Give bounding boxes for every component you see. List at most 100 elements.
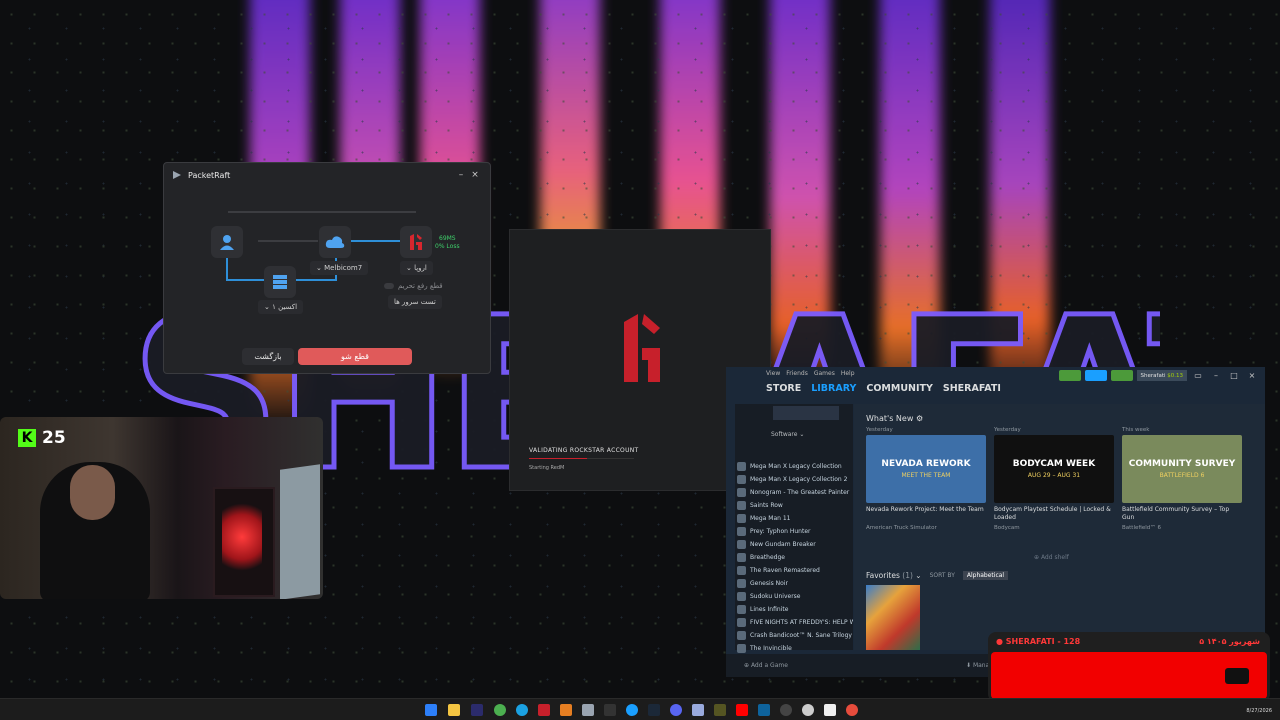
app-icon[interactable]: [714, 704, 726, 716]
game-list-item[interactable]: Mega Man 11: [735, 512, 853, 525]
user-menu[interactable]: Sherafati $0.13: [1136, 370, 1187, 381]
alert-title: ● SHERAFATI - 128: [996, 637, 1081, 646]
card-image: NEVADA REWORK MEET THE TEAM: [866, 435, 986, 503]
vscode-icon[interactable]: [758, 704, 770, 716]
game-title: Sudoku Universe: [750, 593, 801, 600]
redm-taskbar-icon[interactable]: [538, 704, 550, 716]
favorite-game-cover[interactable]: [866, 585, 920, 650]
menu-view[interactable]: View: [766, 370, 780, 377]
close-button[interactable]: ×: [468, 170, 482, 180]
card-banner-subtitle: BATTLEFIELD 6: [1159, 472, 1205, 479]
webcam-monitor: [280, 464, 320, 599]
start-windows-icon[interactable]: [425, 704, 437, 716]
youtube-icon[interactable]: [736, 704, 748, 716]
card-banner-title: BODYCAM WEEK: [1012, 459, 1096, 469]
route-line-active: [348, 240, 400, 242]
steam-minimize-icon[interactable]: –: [1209, 371, 1223, 380]
alert-chat-icon: [1225, 668, 1249, 684]
library-sidebar: Software ⌄ Mega Man X Legacy Collection M…: [735, 404, 853, 653]
steam-monitor-icon[interactable]: ▭: [1191, 371, 1205, 380]
whats-new-card[interactable]: NEVADA REWORK MEET THE TEAM Nevada Rework …: [866, 435, 986, 531]
server-select[interactable]: ⌄ Melbicom7: [310, 261, 369, 275]
friends-button[interactable]: [1058, 370, 1081, 381]
card-title: Bodycam Playtest Schedule | Locked & Loa…: [994, 506, 1111, 521]
notification-bell-icon[interactable]: [1110, 370, 1133, 381]
file-explorer-icon[interactable]: [448, 704, 460, 716]
disconnect-button[interactable]: قطع شو: [298, 348, 412, 365]
game-node[interactable]: [400, 226, 432, 258]
add-shelf-button[interactable]: ⊕ Add shelf: [1034, 554, 1069, 561]
steam-close-icon[interactable]: ×: [1245, 371, 1259, 380]
game-list-item[interactable]: Prey: Typhon Hunter: [735, 525, 853, 538]
back-button[interactable]: بازگشت: [242, 348, 294, 365]
route-line-inactive: [258, 240, 318, 242]
obs-icon[interactable]: [780, 704, 792, 716]
favorites-title[interactable]: Favorites (1) ⌄: [866, 571, 922, 580]
game-title: The Invincible: [750, 645, 792, 652]
unblock-toggle[interactable]: قطع رفع تحریم: [378, 279, 449, 293]
favorites-label: Favorites: [866, 571, 900, 580]
packetraft-taskbar-icon[interactable]: [582, 704, 594, 716]
app-icon[interactable]: [626, 704, 638, 716]
nav-library[interactable]: LIBRARY: [811, 383, 856, 394]
packetraft-titlebar[interactable]: PacketRaft – ×: [164, 163, 490, 187]
game-list-item[interactable]: Mega Man X Legacy Collection: [735, 460, 853, 473]
steam-taskbar-icon[interactable]: [648, 704, 660, 716]
starting-status: Starting RedM: [529, 465, 565, 471]
app-icon[interactable]: [802, 704, 814, 716]
steam-maximize-icon[interactable]: □: [1227, 371, 1241, 380]
menu-friends[interactable]: Friends: [786, 370, 808, 377]
webcam-pc-glow: [222, 497, 262, 577]
nav-profile[interactable]: SHERAFATI: [943, 383, 1001, 394]
server-node[interactable]: [319, 226, 351, 258]
game-list-item[interactable]: Genesis Noir: [735, 577, 853, 590]
premiere-icon[interactable]: [471, 704, 483, 716]
game-list-item[interactable]: Saints Row: [735, 499, 853, 512]
game-icon: [737, 566, 746, 575]
game-list-item[interactable]: Crash Bandicoot™ N. Sane Trilogy: [735, 629, 853, 642]
add-game-button[interactable]: ⊕ Add a Game: [744, 662, 788, 669]
library-filter[interactable]: Software ⌄: [771, 431, 804, 438]
chrome-icon[interactable]: [494, 704, 506, 716]
game-icon: [737, 488, 746, 497]
unblock-label: قطع رفع تحریم: [398, 282, 443, 290]
app-icon[interactable]: [560, 704, 572, 716]
server-label: Melbicom7: [324, 264, 363, 272]
minimize-button[interactable]: –: [454, 170, 468, 180]
nav-store[interactable]: STORE: [766, 383, 801, 394]
terminal-icon[interactable]: [604, 704, 616, 716]
whats-new-card[interactable]: BODYCAM WEEK AUG 29 – AUG 31 Bodycam Playt…: [994, 435, 1114, 531]
menu-help[interactable]: Help: [841, 370, 855, 377]
app-icon[interactable]: [692, 704, 704, 716]
game-list-item[interactable]: Mega Man X Legacy Collection 2: [735, 473, 853, 486]
whats-new-card[interactable]: COMMUNITY SURVEY BATTLEFIELD 6 Battlefield…: [1122, 435, 1242, 531]
sort-select[interactable]: Alphabetical: [962, 571, 1009, 580]
library-search-input[interactable]: [773, 406, 839, 420]
toggle-switch[interactable]: [384, 283, 394, 289]
card-date-label: This week: [1122, 427, 1150, 433]
kick-viewer-count: 25: [42, 428, 66, 448]
gear-icon[interactable]: ⚙: [916, 414, 923, 423]
local-select[interactable]: ⌄ اکسین ۱: [258, 300, 304, 314]
menu-games[interactable]: Games: [814, 370, 835, 377]
announce-button[interactable]: [1084, 370, 1107, 381]
local-node[interactable]: [264, 266, 296, 298]
game-list-item[interactable]: Nonogram - The Greatest Painter: [735, 486, 853, 499]
game-list-item[interactable]: Lines Infinite: [735, 603, 853, 616]
game-list-item[interactable]: FIVE NIGHTS AT FREDDY'S: HELP WANTED: [735, 616, 853, 629]
game-list-item[interactable]: Sudoku Universe: [735, 590, 853, 603]
redm-icon: [410, 234, 422, 250]
game-list-item[interactable]: New Gundam Breaker: [735, 538, 853, 551]
game-title: Breathedge: [750, 554, 785, 561]
browser-icon[interactable]: [516, 704, 528, 716]
test-servers-button[interactable]: تست سرور ها: [388, 295, 442, 309]
game-icon: [737, 631, 746, 640]
nav-community[interactable]: COMMUNITY: [866, 383, 933, 394]
discord-icon[interactable]: [670, 704, 682, 716]
game-title: Mega Man X Legacy Collection: [750, 463, 842, 470]
app-icon[interactable]: [846, 704, 858, 716]
game-list-item[interactable]: The Raven Remastered: [735, 564, 853, 577]
region-select[interactable]: ⌄ اروپا: [400, 261, 433, 275]
document-icon[interactable]: [824, 704, 836, 716]
game-list-item[interactable]: Breathedge: [735, 551, 853, 564]
